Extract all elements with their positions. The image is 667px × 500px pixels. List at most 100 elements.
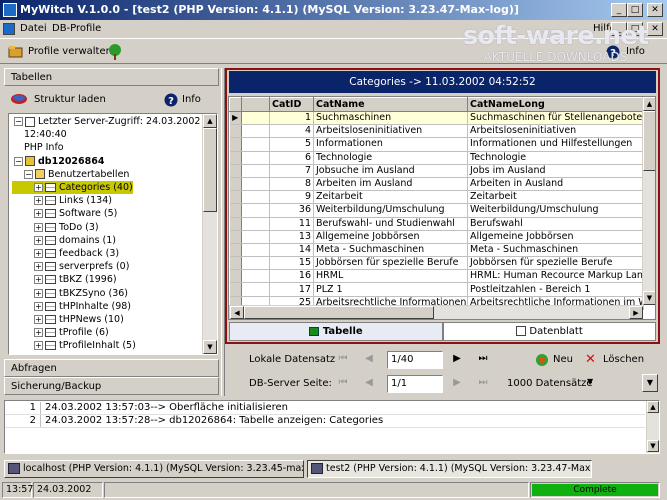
cell-catid[interactable]: 14 xyxy=(269,243,314,258)
new-button[interactable]: Neu xyxy=(535,351,579,369)
tab-datenblatt[interactable]: Datenblatt xyxy=(443,322,656,341)
cell-catid[interactable]: 17 xyxy=(269,282,314,297)
cell-catnamelong[interactable]: Arbeiten in Ausland xyxy=(467,177,644,192)
cell-catname[interactable]: Informationen xyxy=(313,137,468,152)
expand-icon[interactable]: + xyxy=(34,209,43,219)
cell-catnamelong[interactable]: Postleitzahlen - Bereich 1 xyxy=(467,282,644,297)
structure-button[interactable]: Struktur laden xyxy=(10,92,110,108)
scroll-down-icon[interactable]: ▼ xyxy=(203,340,217,354)
tree-item[interactable]: + Software (5) xyxy=(12,207,117,220)
tree-item[interactable]: + ToDo (3) xyxy=(12,221,99,234)
cell-catname[interactable]: Berufswahl- und Studienwahl xyxy=(313,217,468,231)
cell-catnamelong[interactable]: Technologie xyxy=(467,151,644,165)
cell-catnamelong[interactable]: Zeitarbeit xyxy=(467,190,644,205)
expand-icon[interactable]: + xyxy=(34,196,43,206)
server-page-field[interactable]: 1/1 xyxy=(387,375,443,393)
expand-icon[interactable]: + xyxy=(34,275,43,285)
table-row[interactable]: 15 Jobbörsen für spezielle Berufe Jobbörse… xyxy=(229,256,644,271)
data-grid[interactable]: CatID CatName CatNameLong ▶ 1 Suchmaschine… xyxy=(228,96,656,320)
scroll-thumb[interactable] xyxy=(244,306,434,319)
column-header-catname[interactable]: CatName xyxy=(313,97,468,112)
scroll-left-icon[interactable]: ◀ xyxy=(230,306,244,319)
cell-catname[interactable]: Suchmaschinen xyxy=(313,111,468,126)
prev-page-icon[interactable]: ◀ xyxy=(359,374,379,392)
expand-icon[interactable]: + xyxy=(34,249,43,258)
cell-catnamelong[interactable]: Arbeitsloseninitiativen xyxy=(467,124,644,139)
first-page-icon[interactable]: ⏮ xyxy=(333,374,353,392)
cell-catnamelong[interactable]: Weiterbildung/Umschulung xyxy=(467,203,644,218)
blank-cell[interactable] xyxy=(241,111,270,126)
expand-icon[interactable]: + xyxy=(34,222,43,232)
tree-item[interactable]: + serverprefs (0) xyxy=(12,260,129,273)
blank-cell[interactable] xyxy=(241,269,270,284)
table-row[interactable]: 36 Weiterbildung/Umschulung Weiterbildung/… xyxy=(229,203,644,218)
blank-cell[interactable] xyxy=(241,243,270,258)
tree-item[interactable]: + domains (1) xyxy=(12,234,116,247)
tree-scrollbar[interactable]: ▲ ▼ xyxy=(202,114,217,354)
cell-catid[interactable]: 11 xyxy=(269,217,314,231)
blank-cell[interactable] xyxy=(241,190,270,205)
cell-catid[interactable]: 4 xyxy=(269,124,314,139)
tables-info-button[interactable]: ? Info xyxy=(164,92,214,108)
blank-cell[interactable] xyxy=(241,177,270,192)
expand-icon[interactable]: + xyxy=(34,288,43,298)
collapse-icon[interactable]: − xyxy=(14,156,23,166)
blank-cell[interactable] xyxy=(241,124,270,139)
log-scrollbar[interactable]: ▲ ▼ xyxy=(646,401,659,453)
tab-tabelle[interactable]: Tabelle xyxy=(229,322,443,341)
cell-catnamelong[interactable]: Jobs im Ausland xyxy=(467,164,644,178)
cell-catid[interactable]: 5 xyxy=(269,137,314,152)
profile-button[interactable]: Profile verwalten xyxy=(6,43,146,61)
connection-tab-test2[interactable]: test2 (PHP Version: 4.1.1) (MySQL Versio… xyxy=(307,460,592,478)
blank-cell[interactable] xyxy=(241,230,270,244)
cell-catname[interactable]: Arbeiten im Ausland xyxy=(313,177,468,192)
backup-header[interactable]: Sicherung/Backup xyxy=(4,377,219,395)
table-tree[interactable]: − Letzter Server-Zugriff: 24.03.2002 12:40… xyxy=(8,113,218,355)
column-header-catnamelong[interactable]: CatNameLong xyxy=(467,97,644,112)
expand-icon[interactable]: + xyxy=(34,315,43,324)
table-row[interactable]: 6 Technologie Technologie xyxy=(229,151,644,165)
tree-item[interactable]: + Links (134) xyxy=(12,194,112,207)
table-row[interactable]: 4 Arbeitsloseninitiativen Arbeitsloseninit… xyxy=(229,124,644,139)
document-icon[interactable] xyxy=(3,23,15,35)
cell-catnamelong[interactable]: Informationen und Hilfestellungen xyxy=(467,137,644,152)
scroll-up-icon[interactable]: ▲ xyxy=(643,97,655,111)
column-header-catid[interactable]: CatID xyxy=(269,97,314,112)
table-row[interactable]: 17 PLZ 1 Postleitzahlen - Bereich 1 xyxy=(229,282,644,297)
restore-button[interactable]: □ xyxy=(627,3,643,17)
table-row[interactable]: 9 Zeitarbeit Zeitarbeit xyxy=(229,190,644,205)
cell-catid[interactable]: 15 xyxy=(269,256,314,271)
cell-catnamelong[interactable]: Meta - Suchmaschinen xyxy=(467,243,644,258)
table-row[interactable]: 8 Arbeiten im Ausland Arbeiten in Ausland xyxy=(229,177,644,192)
tree-item[interactable]: + tHPInhalte (98) xyxy=(12,300,131,313)
close-button[interactable]: ✕ xyxy=(647,3,663,17)
table-row[interactable]: ▶ 1 Suchmaschinen Suchmaschinen für Stellen… xyxy=(229,111,644,126)
tables-header[interactable]: Tabellen xyxy=(4,68,219,86)
cell-catnamelong[interactable]: Allgemeine Jobbörsen xyxy=(467,230,644,244)
table-row[interactable]: 7 Jobsuche im Ausland Jobs im Ausland xyxy=(229,164,644,178)
window-title-bar[interactable]: MyWitch V.1.0.0 - [test2 (PHP Version: 4… xyxy=(0,0,667,20)
blank-cell[interactable] xyxy=(241,282,270,297)
menu-db-profile[interactable]: DB-Profile xyxy=(52,23,101,34)
tree-item[interactable]: + Categories (40) xyxy=(12,181,133,194)
expand-icon[interactable]: + xyxy=(34,262,43,272)
log-panel[interactable]: 1 24.03.2002 13:57:03--> Oberfläche initi… xyxy=(4,400,660,454)
cell-catid[interactable]: 6 xyxy=(269,151,314,165)
prev-record-icon[interactable]: ◀ xyxy=(359,350,379,368)
cell-catnamelong[interactable]: HRML: Human Recource Markup Language xyxy=(467,269,644,284)
menu-datei[interactable]: Datei xyxy=(20,23,47,34)
collapse-icon[interactable]: − xyxy=(14,117,23,126)
table-row[interactable]: 11 Berufswahl- und Studienwahl Berufswahl xyxy=(229,217,644,231)
cell-catid[interactable]: 36 xyxy=(269,203,314,218)
scroll-up-icon[interactable]: ▲ xyxy=(203,114,217,128)
cell-catname[interactable]: Arbeitsloseninitiativen xyxy=(313,124,468,139)
cell-catnamelong[interactable]: Suchmaschinen für Stellenangebote und xyxy=(467,111,644,126)
tree-item[interactable]: + tBKZ (1996) xyxy=(12,273,117,286)
grid-hscroll[interactable]: ◀ ▶ xyxy=(229,305,643,319)
tree-item[interactable]: + tProfile (6) xyxy=(12,326,109,339)
minimize-button[interactable]: _ xyxy=(611,3,627,17)
cell-catname[interactable]: Meta - Suchmaschinen xyxy=(313,243,468,258)
blank-cell[interactable] xyxy=(241,164,270,178)
expand-icon[interactable]: + xyxy=(34,328,43,338)
scroll-thumb[interactable] xyxy=(643,111,655,171)
